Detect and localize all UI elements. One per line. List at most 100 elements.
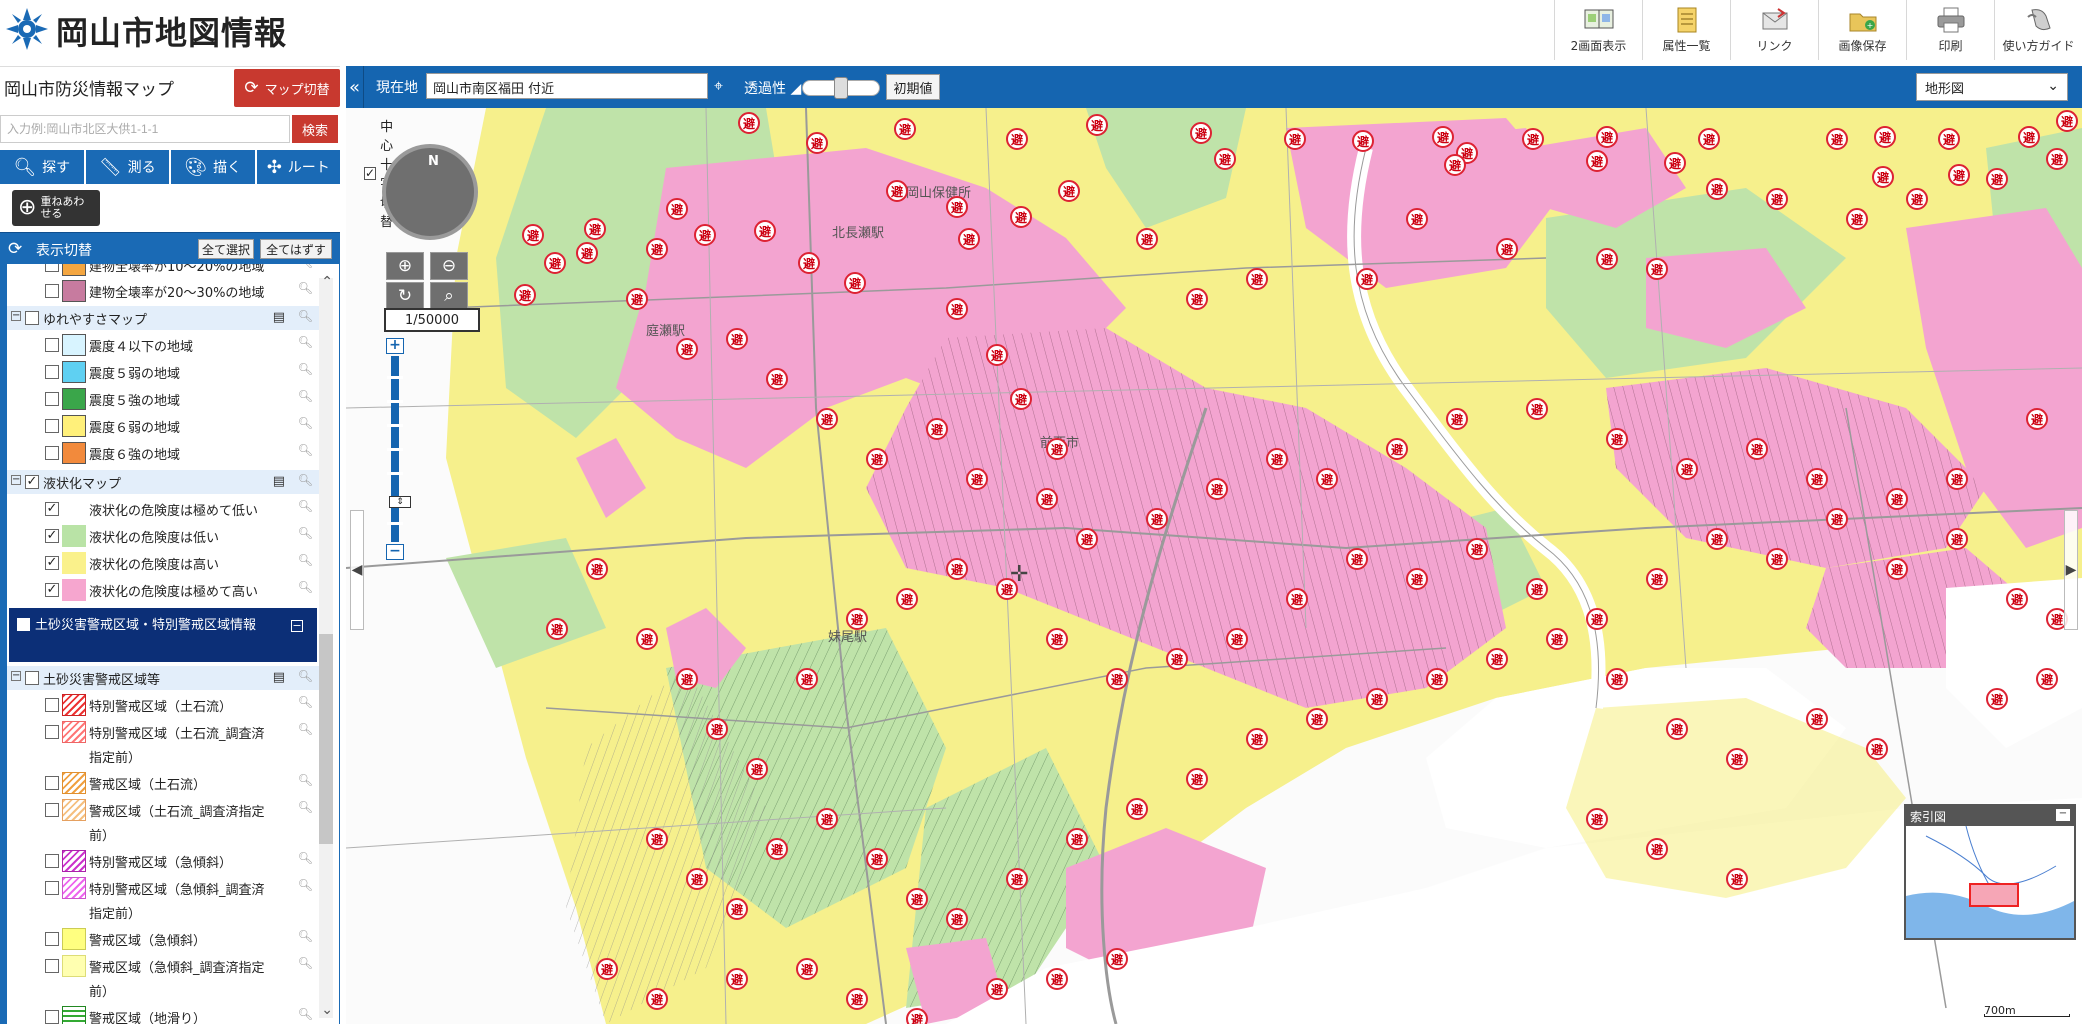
layer-checkbox[interactable] [45, 365, 59, 379]
basemap-select[interactable]: 地形図 ⌄ [1916, 73, 2068, 101]
shelter-marker[interactable]: 避 [1386, 438, 1408, 460]
shelter-marker[interactable]: 避 [706, 718, 728, 740]
shelter-marker[interactable]: 避 [1306, 708, 1328, 730]
shelter-marker[interactable]: 避 [1698, 128, 1720, 150]
shelter-marker[interactable]: 避 [1086, 114, 1108, 136]
shelter-marker[interactable]: 避 [1126, 798, 1148, 820]
tab-draw[interactable]: 🎨︎ 描く [171, 150, 255, 184]
shelter-marker[interactable]: 避 [958, 228, 980, 250]
shelter-marker[interactable]: 避 [1058, 180, 1080, 202]
layer-checkbox[interactable]: ✓ [45, 583, 59, 597]
shelter-marker[interactable]: 避 [1444, 154, 1466, 176]
scroll-up-icon[interactable]: ⌃ [321, 274, 333, 290]
shelter-marker[interactable]: 避 [1596, 248, 1618, 270]
shelter-marker[interactable]: 避 [2056, 110, 2078, 132]
shelter-marker[interactable]: 避 [1826, 128, 1848, 150]
zoom-to-layer-icon[interactable]: 🔍︎ [298, 929, 313, 943]
collapse-icon[interactable]: − [291, 620, 303, 632]
shelter-marker[interactable]: 避 [946, 558, 968, 580]
legend-icon[interactable]: ▤ [273, 670, 285, 685]
shelter-marker[interactable]: 避 [1486, 648, 1508, 670]
shelter-marker[interactable]: 避 [1006, 128, 1028, 150]
shelter-marker[interactable]: 避 [1526, 578, 1548, 600]
shelter-marker[interactable]: 避 [1466, 538, 1488, 560]
shelter-marker[interactable]: 避 [1284, 128, 1306, 150]
shelter-marker[interactable]: 避 [1606, 668, 1628, 690]
attribute-list-button[interactable]: 属性一覧 [1642, 0, 1730, 60]
shelter-marker[interactable]: 避 [946, 196, 968, 218]
layer-section-checkbox[interactable] [17, 618, 30, 631]
shelter-marker[interactable]: 避 [586, 558, 608, 580]
shelter-marker[interactable]: 避 [1136, 228, 1158, 250]
shelter-marker[interactable]: 避 [1076, 528, 1098, 550]
shelter-marker[interactable]: 避 [986, 978, 1008, 1000]
shelter-marker[interactable]: 避 [1946, 468, 1968, 490]
zoom-to-layer-icon[interactable]: 🔍︎ [298, 722, 313, 736]
layer-checkbox[interactable] [45, 284, 59, 298]
zoom-to-layer-icon[interactable]: 🔍︎ [298, 309, 313, 323]
shelter-marker[interactable]: 避 [1046, 968, 1068, 990]
shelter-marker[interactable]: 避 [1186, 768, 1208, 790]
collapse-icon[interactable]: − [11, 671, 21, 681]
shelter-marker[interactable]: 避 [806, 132, 828, 154]
shelter-marker[interactable]: 避 [646, 238, 668, 260]
shelter-marker[interactable]: 避 [1676, 458, 1698, 480]
shelter-marker[interactable]: 避 [1866, 738, 1888, 760]
shelter-marker[interactable]: 避 [1522, 128, 1544, 150]
shelter-marker[interactable]: 避 [676, 668, 698, 690]
layer-checkbox[interactable] [45, 776, 59, 790]
shelter-marker[interactable]: 避 [1496, 238, 1518, 260]
shelter-marker[interactable]: 避 [796, 668, 818, 690]
shelter-marker[interactable]: 避 [646, 828, 668, 850]
left-pan-arrow-icon[interactable]: ◀ [350, 510, 364, 630]
shelter-marker[interactable]: 避 [1046, 438, 1068, 460]
layer-group-checkbox[interactable] [25, 311, 39, 325]
rotate-reset-icon[interactable]: ↻ [386, 282, 424, 310]
shelter-marker[interactable]: 避 [1352, 130, 1374, 152]
layer-group-checkbox[interactable] [25, 671, 39, 685]
shelter-marker[interactable]: 避 [1066, 828, 1088, 850]
shelter-marker[interactable]: 避 [686, 868, 708, 890]
shelter-marker[interactable]: 避 [576, 242, 598, 264]
zoom-to-layer-icon[interactable]: 🔍︎ [298, 580, 313, 594]
zoom-out-icon[interactable]: ⊖ [430, 252, 468, 280]
zoom-to-layer-icon[interactable]: 🔍︎ [298, 800, 313, 814]
shelter-marker[interactable]: 避 [766, 838, 788, 860]
collapse-icon[interactable]: − [11, 475, 21, 485]
shelter-marker[interactable]: 避 [544, 252, 566, 274]
zoom-to-layer-icon[interactable]: 🔍︎ [298, 473, 313, 487]
layer-group-liquefaction[interactable]: − ✓ 液状化マップ ▤ 🔍︎ [7, 470, 319, 494]
zoom-to-layer-icon[interactable]: 🔍︎ [298, 389, 313, 403]
layer-group-sediment[interactable]: − 土砂災害警戒区域等 ▤ 🔍︎ [7, 666, 319, 690]
layer-checkbox[interactable]: ✓ [45, 502, 59, 516]
zoom-to-layer-icon[interactable]: 🔍︎ [298, 264, 313, 269]
shelter-marker[interactable]: 避 [1846, 208, 1868, 230]
select-all-button[interactable]: 全て選択 [198, 239, 254, 259]
shelter-marker[interactable]: 避 [726, 328, 748, 350]
save-image-button[interactable]: + 画像保存 [1818, 0, 1906, 60]
shelter-marker[interactable]: 避 [896, 588, 918, 610]
shelter-marker[interactable]: 避 [1596, 126, 1618, 148]
shelter-marker[interactable]: 避 [1986, 688, 2008, 710]
shelter-marker[interactable]: 避 [886, 180, 908, 202]
zoom-minus-icon[interactable]: − [386, 544, 404, 560]
map-scale[interactable]: 1/50000 [384, 308, 480, 332]
transparency-slider-handle[interactable] [834, 77, 848, 99]
layer-section-sediment-disaster[interactable]: 土砂災害警戒区域・特別警戒区域情報 − [9, 608, 317, 662]
shelter-marker[interactable]: 避 [816, 808, 838, 830]
shelter-marker[interactable]: 避 [894, 118, 916, 140]
layer-checkbox[interactable] [45, 446, 59, 460]
legend-icon[interactable]: ▤ [273, 310, 285, 325]
shelter-marker[interactable]: 避 [1010, 206, 1032, 228]
zoom-to-layer-icon[interactable]: 🔍︎ [298, 851, 313, 865]
zoom-to-layer-icon[interactable]: 🔍︎ [298, 281, 313, 295]
layer-checkbox[interactable] [45, 419, 59, 433]
shelter-marker[interactable]: 避 [1586, 608, 1608, 630]
zoom-to-layer-icon[interactable]: 🔍︎ [298, 695, 313, 709]
shelter-marker[interactable]: 避 [2036, 668, 2058, 690]
zoom-extent-icon[interactable]: ⌕ [430, 282, 468, 310]
shelter-marker[interactable]: 避 [726, 898, 748, 920]
link-button[interactable]: リンク [1730, 0, 1818, 60]
shelter-marker[interactable]: 避 [1286, 588, 1308, 610]
shelter-marker[interactable]: 避 [2006, 588, 2028, 610]
